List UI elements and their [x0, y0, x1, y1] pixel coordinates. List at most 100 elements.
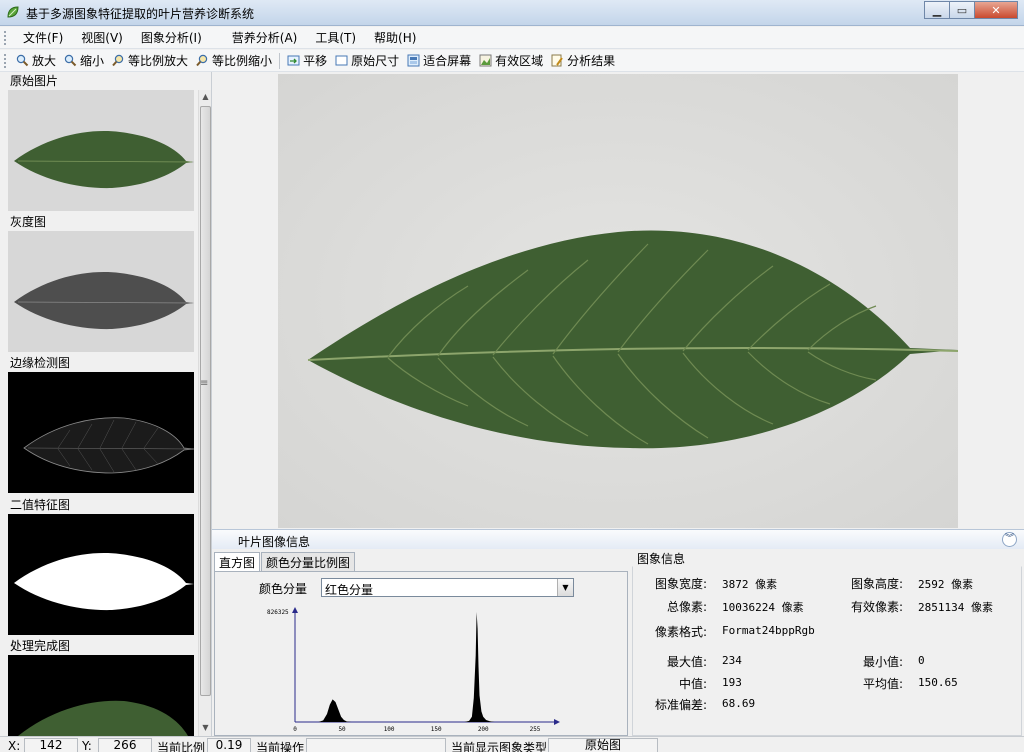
info-tabs: 直方图 颜色分量比例图 [214, 552, 356, 572]
analysis-result-icon [551, 54, 564, 67]
menu-help[interactable]: 帮助(H) [365, 27, 425, 48]
y-axis-arrow-icon [292, 607, 298, 613]
channel-select-value: 红色分量 [325, 583, 374, 597]
info-key-valid-pixels: 有效像素: [850, 600, 903, 614]
status-x-value: 142 [24, 738, 78, 752]
histogram-chart: 826325 0 50 100 150 200 255 [267, 607, 560, 733]
thumb-label-binary: 二值特征图 [10, 498, 71, 512]
menu-file[interactable]: 文件(F) [14, 27, 72, 48]
info-key-min: 最小值: [862, 655, 903, 669]
scrollbar-thumb[interactable] [200, 106, 211, 696]
analysis-result-button[interactable]: 分析结果 [547, 51, 619, 70]
channel-select[interactable]: 红色分量 ▼ [321, 578, 574, 597]
thumb-edge[interactable] [8, 372, 194, 493]
toolbar: 放大 缩小 等比例放大 等比例缩小 平移 原始尺寸 适合屏幕 有效区域 分析结果 [0, 50, 1024, 72]
zoom-out-icon [64, 54, 77, 67]
thumb-label-processed: 处理完成图 [10, 639, 71, 653]
thumb-processed[interactable] [8, 655, 194, 736]
analysis-result-label: 分析结果 [567, 54, 616, 68]
x-tick-label: 50 [338, 726, 346, 733]
toolbar-separator [279, 52, 281, 69]
thumb-binary[interactable] [8, 514, 194, 635]
info-value-min: 0 [918, 654, 925, 667]
collapse-chevron-icon[interactable]: ︾ [1002, 532, 1017, 547]
zoom-in-label: 放大 [32, 54, 57, 68]
zoom-out-button[interactable]: 缩小 [60, 51, 108, 70]
thumbnail-scrollbar[interactable]: ▲ ▼ [198, 90, 211, 736]
original-size-button[interactable]: 原始尺寸 [331, 51, 403, 70]
valid-region-label: 有效区域 [495, 54, 544, 68]
status-type-label: 当前显示图象类型 [451, 741, 548, 752]
channel-label: 颜色分量 [259, 582, 308, 596]
image-info-panel: 图象宽度: 3872 像素 图象高度: 2592 像素 总像素: 1003622… [632, 566, 1022, 736]
proportional-zoom-in-button[interactable]: 等比例放大 [108, 51, 192, 70]
chevron-down-icon[interactable]: ▼ [557, 579, 573, 596]
status-y-label: Y: [82, 739, 92, 752]
original-size-icon [335, 54, 348, 67]
minimize-icon: ▁ [932, 3, 942, 17]
scroll-up-icon[interactable]: ▲ [201, 92, 210, 102]
info-key-stddev: 标准偏差: [654, 698, 707, 712]
info-panel-header: 叶片图像信息 ︾ [212, 529, 1024, 549]
info-value-valid-pixels: 2851134 像素 [918, 601, 993, 614]
scroll-down-icon[interactable]: ▼ [201, 723, 210, 733]
toolbar-grip[interactable] [4, 53, 8, 68]
info-key-width: 图象宽度: [654, 577, 707, 591]
status-scale-value: 0.19 [207, 738, 251, 752]
thumb-label-original: 原始图片 [10, 74, 59, 88]
menu-view[interactable]: 视图(V) [72, 27, 132, 48]
close-button[interactable]: ✕ [974, 1, 1018, 19]
info-value-total-pixels: 10036224 像素 [722, 601, 804, 614]
info-value-height: 2592 像素 [918, 578, 974, 591]
info-value-pixel-format: Format24bppRgb [722, 624, 815, 637]
histogram-panel: 颜色分量 红色分量 ▼ 826325 0 50 100 150 200 255 [214, 571, 628, 736]
main-image[interactable] [278, 74, 958, 528]
menu-grip[interactable] [4, 30, 8, 45]
valid-region-button[interactable]: 有效区域 [475, 51, 547, 70]
fit-screen-icon [407, 54, 420, 67]
info-value-median: 193 [722, 676, 742, 689]
leaf-image [278, 74, 958, 528]
thumb-gray-image [14, 272, 194, 330]
close-icon: ✕ [991, 3, 1001, 17]
status-y-value: 266 [98, 738, 152, 752]
thumb-edge-image [23, 417, 194, 474]
maximize-button[interactable]: ▭ [949, 1, 975, 19]
pan-label: 平移 [303, 54, 328, 68]
fit-screen-button[interactable]: 适合屏幕 [403, 51, 475, 70]
info-value-width: 3872 像素 [722, 578, 778, 591]
pan-icon [287, 54, 300, 67]
x-axis-arrow-icon [554, 719, 560, 725]
info-value-max: 234 [722, 654, 742, 667]
zoom-in-icon [16, 54, 29, 67]
info-key-total-pixels: 总像素: [666, 600, 707, 614]
tab-histogram[interactable]: 直方图 [214, 552, 261, 572]
zoom-out-label: 缩小 [80, 54, 105, 68]
status-type-value: 原始图 [548, 738, 658, 752]
title-bar: 基于多源图象特征提取的叶片营养诊断系统 ▁ ▭ ✕ [0, 0, 1024, 26]
splitter-grip-icon[interactable]: ≡ [200, 378, 208, 389]
info-value-stddev: 68.69 [722, 697, 756, 710]
x-tick-label: 255 [530, 726, 541, 733]
leaf-app-icon [7, 6, 19, 18]
thumb-original[interactable] [8, 90, 194, 211]
status-x-label: X: [8, 739, 21, 752]
tab-color-ratio[interactable]: 颜色分量比例图 [261, 552, 356, 571]
proportional-zoom-in-label: 等比例放大 [128, 54, 189, 68]
thumb-gray[interactable] [8, 231, 194, 352]
minimize-button[interactable]: ▁ [924, 1, 950, 19]
menu-tools[interactable]: 工具(T) [306, 27, 365, 48]
fit-screen-label: 适合屏幕 [423, 54, 472, 68]
histogram-series-0 [295, 612, 535, 722]
info-key-median: 中值: [678, 677, 707, 691]
proportional-zoom-out-button[interactable]: 等比例缩小 [192, 51, 276, 70]
zoom-in-button[interactable]: 放大 [12, 51, 60, 70]
thumbnail-panel: 原始图片 灰度图 边缘检测图 二值特征图 处理完成图 ▲ ▼ [0, 72, 212, 736]
menu-image-analysis[interactable]: 图象分析(I) [132, 27, 211, 48]
main-image-area: ≡ [200, 72, 1024, 528]
menu-nutrition-analysis[interactable]: 营养分析(A) [223, 27, 307, 48]
status-scale-label: 当前比例 [157, 741, 206, 752]
pan-button[interactable]: 平移 [283, 51, 331, 70]
menu-bar: 文件(F) 视图(V) 图象分析(I) 营养分析(A) 工具(T) 帮助(H) [0, 27, 1024, 49]
x-tick-label: 100 [384, 726, 395, 733]
